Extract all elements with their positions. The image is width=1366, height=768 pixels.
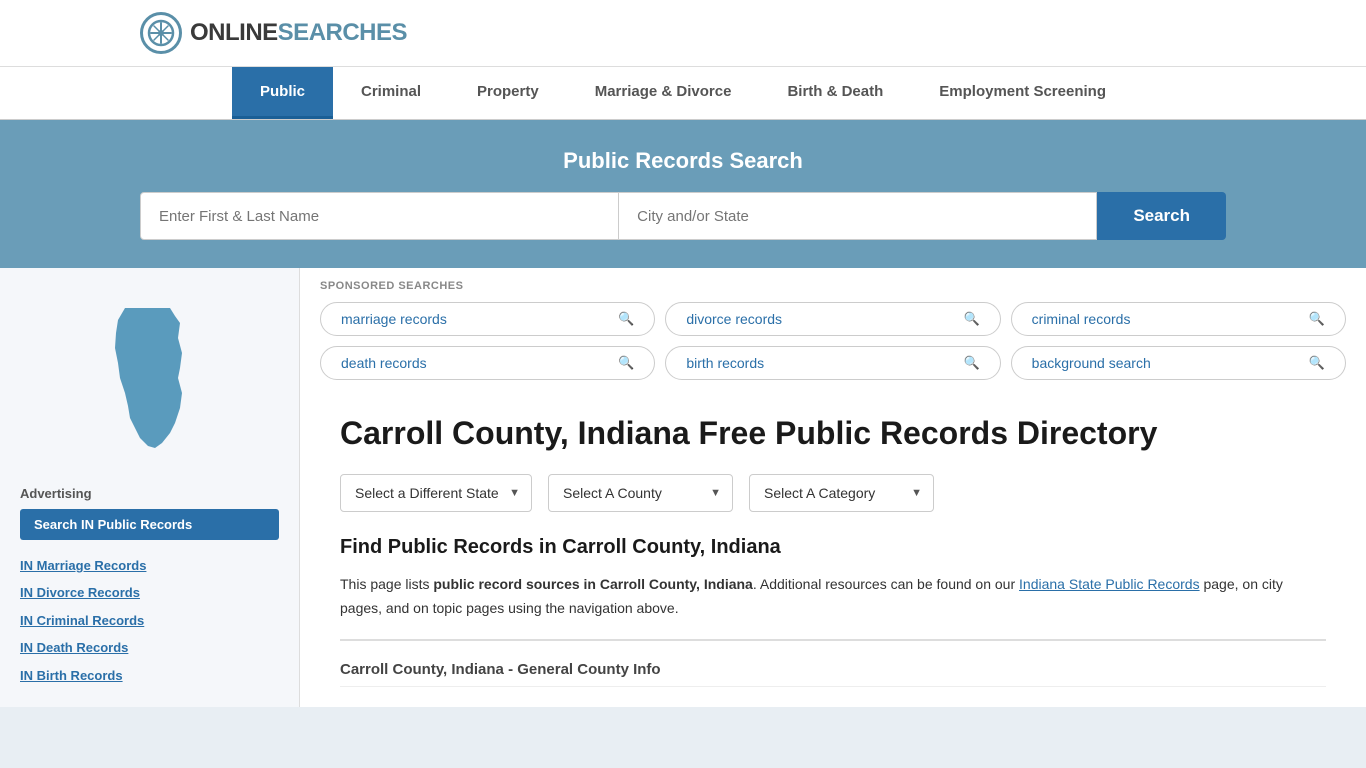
city-input[interactable] <box>619 192 1097 240</box>
sidebar-link-death[interactable]: IN Death Records <box>20 636 279 659</box>
dropdowns-row: Select a Different State Select A County… <box>340 474 1326 512</box>
county-dropdown[interactable]: Select A County <box>548 474 733 512</box>
sponsored-label: SPONSORED SEARCHES <box>320 280 1346 292</box>
nav-items: Public Criminal Property Marriage & Divo… <box>232 67 1134 119</box>
logo-online-text: ONLINE <box>190 19 278 47</box>
page-title: Carroll County, Indiana Free Public Reco… <box>340 414 1326 452</box>
category-dropdown[interactable]: Select A Category <box>749 474 934 512</box>
search-bar: Search <box>140 192 1226 240</box>
nav-item-marriage[interactable]: Marriage & Divorce <box>567 67 760 119</box>
sidebar-ad-button[interactable]: Search IN Public Records <box>20 509 279 540</box>
category-dropdown-wrapper: Select A Category <box>749 474 934 512</box>
nav-bar: Public Criminal Property Marriage & Divo… <box>0 67 1366 120</box>
nav-item-property[interactable]: Property <box>449 67 567 119</box>
state-map <box>20 288 279 468</box>
search-icon-2: 🔍 <box>1309 311 1325 327</box>
hero-section: Public Records Search Search <box>0 120 1366 268</box>
county-info-title: Carroll County, Indiana - General County… <box>340 653 1326 687</box>
description-text: This page lists public record sources in… <box>340 573 1326 621</box>
search-button[interactable]: Search <box>1097 192 1226 240</box>
sponsored-tag-background[interactable]: background search 🔍 <box>1011 346 1346 380</box>
indiana-records-link[interactable]: Indiana State Public Records <box>1019 576 1200 592</box>
nav-item-public[interactable]: Public <box>232 67 333 119</box>
logo: ONLINE SEARCHES <box>140 12 407 54</box>
logo-icon <box>140 12 182 54</box>
body-wrapper: Advertising Search IN Public Records IN … <box>0 268 1366 707</box>
hero-title: Public Records Search <box>140 148 1226 174</box>
county-dropdown-wrapper: Select A County <box>548 474 733 512</box>
nav-item-birth[interactable]: Birth & Death <box>759 67 911 119</box>
state-dropdown[interactable]: Select a Different State <box>340 474 532 512</box>
search-icon-1: 🔍 <box>963 311 979 327</box>
nav-item-criminal[interactable]: Criminal <box>333 67 449 119</box>
logo-text: ONLINE SEARCHES <box>190 19 407 47</box>
section-heading: Find Public Records in Carroll County, I… <box>340 536 1326 559</box>
search-icon-0: 🔍 <box>618 311 634 327</box>
sidebar-link-divorce[interactable]: IN Divorce Records <box>20 581 279 604</box>
sponsored-tag-birth[interactable]: birth records 🔍 <box>665 346 1000 380</box>
sponsored-tag-marriage[interactable]: marriage records 🔍 <box>320 302 655 336</box>
nav-item-employment[interactable]: Employment Screening <box>911 67 1134 119</box>
sidebar-link-criminal[interactable]: IN Criminal Records <box>20 609 279 632</box>
sponsored-section: SPONSORED SEARCHES marriage records 🔍 di… <box>300 268 1366 394</box>
content-area: Carroll County, Indiana Free Public Reco… <box>300 394 1366 707</box>
sidebar-links: IN Marriage Records IN Divorce Records I… <box>20 554 279 687</box>
search-icon-3: 🔍 <box>618 355 634 371</box>
state-dropdown-wrapper: Select a Different State <box>340 474 532 512</box>
sponsored-tag-criminal[interactable]: criminal records 🔍 <box>1011 302 1346 336</box>
sidebar-link-birth[interactable]: IN Birth Records <box>20 664 279 687</box>
county-info-bar: Carroll County, Indiana - General County… <box>340 639 1326 687</box>
sponsored-tag-death[interactable]: death records 🔍 <box>320 346 655 380</box>
sidebar: Advertising Search IN Public Records IN … <box>0 268 300 707</box>
right-side: SPONSORED SEARCHES marriage records 🔍 di… <box>300 268 1366 707</box>
name-input[interactable] <box>140 192 619 240</box>
header: ONLINE SEARCHES <box>0 0 1366 67</box>
advertising-label: Advertising <box>20 486 279 501</box>
sponsored-tag-divorce[interactable]: divorce records 🔍 <box>665 302 1000 336</box>
search-icon-4: 🔍 <box>963 355 979 371</box>
logo-searches-text: SEARCHES <box>278 19 407 47</box>
sidebar-link-marriage[interactable]: IN Marriage Records <box>20 554 279 577</box>
sponsored-grid: marriage records 🔍 divorce records 🔍 cri… <box>320 302 1346 380</box>
search-icon-5: 🔍 <box>1309 355 1325 371</box>
